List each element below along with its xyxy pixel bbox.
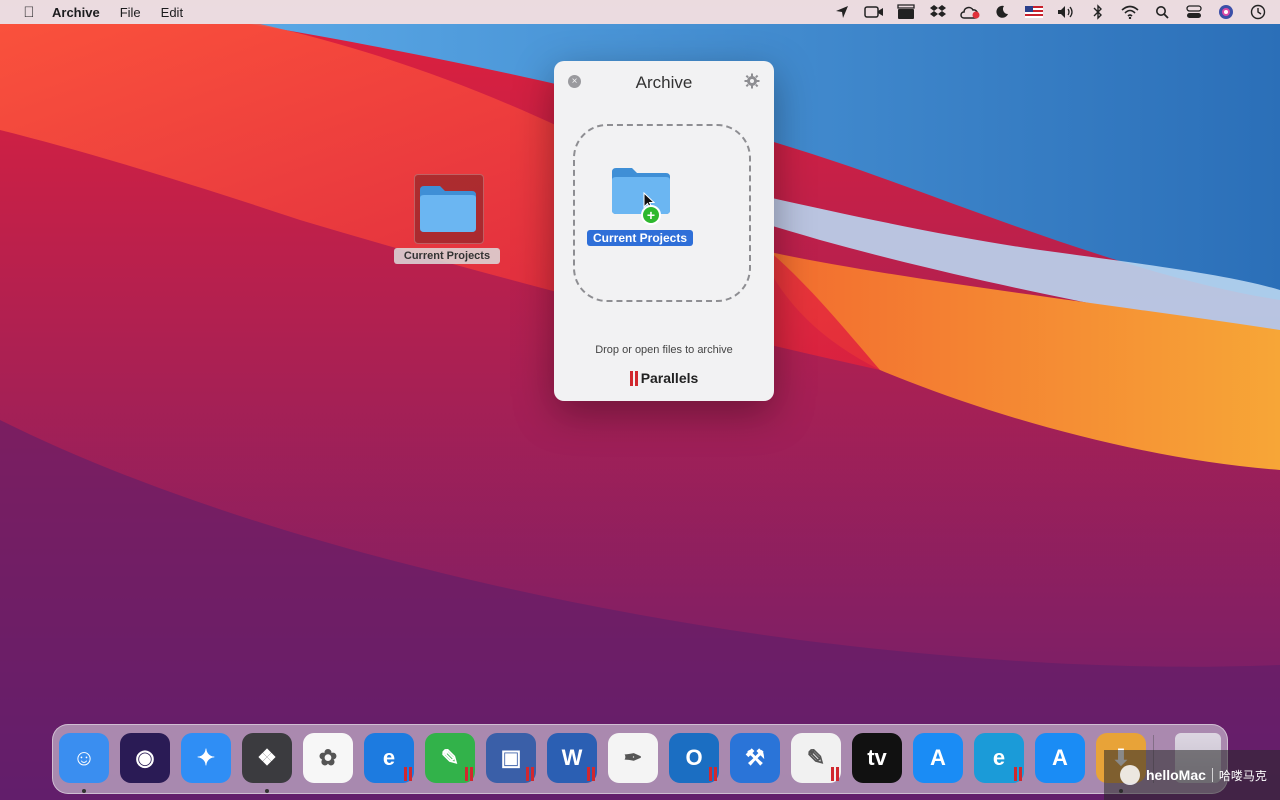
dock-glyph: ◉: [135, 745, 155, 770]
dock-safari-icon[interactable]: ✦: [181, 733, 231, 783]
watermark-text: helloMac: [1146, 767, 1206, 783]
hellomac-logo-icon: [1120, 765, 1140, 785]
parallels-badge-icon: [404, 767, 412, 781]
dock-glyph: tv: [867, 745, 887, 770]
facetime-icon[interactable]: [862, 3, 886, 21]
dock-pages-icon[interactable]: ✒: [608, 733, 658, 783]
watermark: helloMac 哈喽马克: [1104, 750, 1280, 800]
dragged-folder-label: Current Projects: [587, 230, 693, 246]
drop-hint: Drop or open files to archive: [595, 344, 733, 356]
siri-icon[interactable]: [1214, 3, 1238, 21]
clapper-icon[interactable]: [894, 3, 918, 21]
apple-menu-icon[interactable]: : [18, 4, 40, 21]
copy-plus-icon: +: [641, 205, 661, 225]
dock-app-store-2-icon[interactable]: A: [1035, 733, 1085, 783]
watermark-divider: [1211, 768, 1213, 782]
running-indicator: [265, 789, 269, 793]
parallels-logo: Parallels: [554, 370, 774, 386]
location-icon[interactable]: [830, 3, 854, 21]
parallels-badge-icon: [1014, 767, 1022, 781]
dock-word-icon[interactable]: W: [547, 733, 597, 783]
menu-app-name[interactable]: Archive: [52, 5, 100, 20]
search-icon[interactable]: [1150, 3, 1174, 21]
parallels-bars-icon: [629, 370, 638, 386]
menu-bar:  Archive File Edit: [0, 0, 1280, 24]
folder-icon: [420, 186, 476, 232]
moon-icon[interactable]: [990, 3, 1014, 21]
watermark-text-cn: 哈喽马克: [1218, 768, 1267, 783]
dock-photos-icon[interactable]: ✿: [303, 733, 353, 783]
menu-edit[interactable]: Edit: [161, 5, 183, 20]
status-bar: [830, 0, 1270, 24]
gear-icon[interactable]: [744, 73, 760, 89]
dock-glyph: ✿: [318, 745, 338, 770]
dock-outlook-icon[interactable]: O: [669, 733, 719, 783]
window-title: Archive: [635, 73, 693, 92]
cloud-icon[interactable]: [958, 3, 982, 21]
clock-icon[interactable]: [1246, 3, 1270, 21]
us-flag-icon[interactable]: [1022, 3, 1046, 21]
dock-internet-explorer-icon[interactable]: e: [364, 733, 414, 783]
dock-windows-vm-icon[interactable]: ▣: [486, 733, 536, 783]
folder-label: Current Projects: [394, 248, 500, 264]
wifi-icon[interactable]: [1118, 3, 1142, 21]
dock-edge-icon[interactable]: e: [974, 733, 1024, 783]
running-indicator: [82, 789, 86, 793]
dock-glyph: ❖: [257, 745, 277, 770]
dragged-folder-icon: [612, 168, 670, 214]
parallels-badge-icon: [831, 767, 839, 781]
dock-glyph: ☺: [72, 745, 96, 770]
menu-file[interactable]: File: [120, 5, 141, 20]
dock-apple-tv-icon[interactable]: tv: [852, 733, 902, 783]
parallels-badge-icon: [526, 767, 534, 781]
control-center-icon[interactable]: [1182, 3, 1206, 21]
dock-glyph: ✒: [623, 745, 643, 770]
dock-final-cut-icon[interactable]: ❖: [242, 733, 292, 793]
desktop-folder[interactable]: Current Projects: [394, 174, 502, 266]
dropbox-icon[interactable]: [926, 3, 950, 21]
parallels-badge-icon: [709, 767, 717, 781]
dock-glyph: A: [930, 745, 946, 770]
dock-app-store-icon[interactable]: A: [913, 733, 963, 783]
dock-glyph: A: [1052, 745, 1068, 770]
dock-parallels-app-icon[interactable]: ✎: [425, 733, 475, 783]
dock: ☺◉✦❖✿e✎▣W✒O⚒✎tvAeA⬇: [52, 724, 1228, 794]
parallels-badge-icon: [587, 767, 595, 781]
dock-glyph: ⚒: [745, 745, 765, 770]
parallels-badge-icon: [465, 767, 473, 781]
dock-xcode-icon[interactable]: ⚒: [730, 733, 780, 783]
volume-icon[interactable]: [1054, 3, 1078, 21]
dock-glyph: ✦: [196, 745, 216, 770]
dock-paint-icon[interactable]: ✎: [791, 733, 841, 783]
dock-siri-icon[interactable]: ◉: [120, 733, 170, 783]
parallels-brand-text: Parallels: [640, 370, 699, 386]
archive-window: × Archive + Current Projects Drop or ope…: [554, 61, 774, 401]
dock-apps: ☺◉✦❖✿e✎▣W✒O⚒✎tvAeA⬇: [59, 733, 1146, 793]
bluetooth-icon[interactable]: [1086, 3, 1110, 21]
dock-finder-icon[interactable]: ☺: [59, 733, 109, 793]
